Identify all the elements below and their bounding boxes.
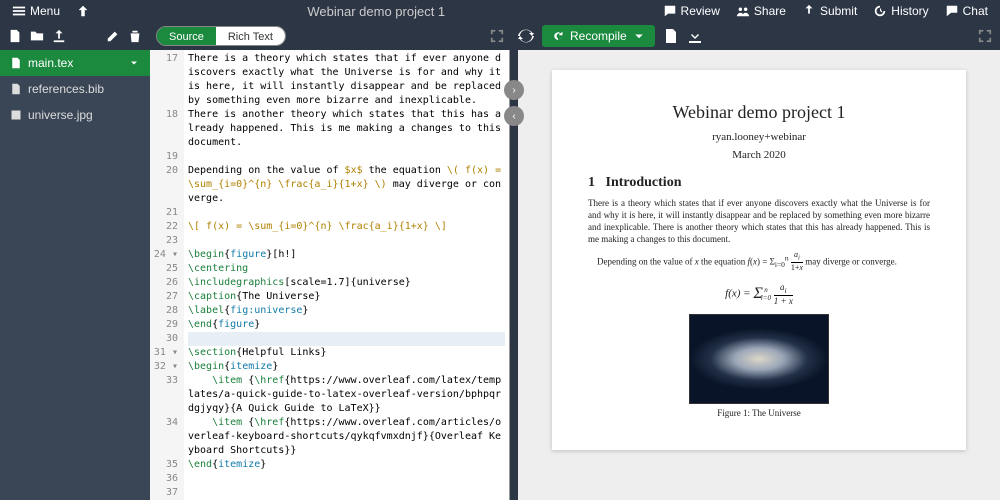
- share-icon: [736, 4, 750, 18]
- figure-image: [689, 314, 829, 404]
- sync-right-icon[interactable]: ›: [504, 80, 524, 100]
- line-gutter: 1718192021222324 ▾25262728293031 ▾32 ▾33…: [150, 50, 184, 500]
- chat-icon: [945, 4, 959, 18]
- topbar: Menu Webinar demo project 1 Review Share…: [0, 0, 1000, 22]
- upload-icon[interactable]: [52, 29, 66, 43]
- doc-date: March 2020: [588, 149, 930, 161]
- pane-divider[interactable]: › ‹: [510, 50, 518, 500]
- submit-button[interactable]: Submit: [796, 2, 863, 20]
- delete-icon[interactable]: [128, 29, 142, 43]
- editor-mode-toggle[interactable]: Source Rich Text: [156, 26, 286, 46]
- pdf-page: Webinar demo project 1 ryan.looney+webin…: [552, 70, 966, 450]
- chat-button[interactable]: Chat: [939, 2, 994, 20]
- share-button[interactable]: Share: [730, 2, 792, 20]
- code-area[interactable]: There is a theory which states that if e…: [184, 50, 509, 500]
- section-heading: 1 Introduction: [588, 175, 930, 191]
- tab-richtext[interactable]: Rich Text: [216, 27, 285, 45]
- review-icon: [663, 4, 677, 18]
- display-equation: f(x) = Σni=0 ai1 + x: [588, 282, 930, 306]
- up-icon: [76, 4, 90, 18]
- doc-title: Webinar demo project 1: [588, 102, 930, 123]
- up-button[interactable]: [70, 2, 96, 20]
- sync-left-icon[interactable]: ‹: [504, 106, 524, 126]
- recompile-button[interactable]: Recompile: [542, 25, 655, 47]
- new-folder-icon[interactable]: [30, 29, 44, 43]
- log-icon[interactable]: [663, 28, 679, 44]
- pdf-preview[interactable]: Webinar demo project 1 ryan.looney+webin…: [518, 50, 1000, 500]
- project-title: Webinar demo project 1: [96, 4, 657, 19]
- figure-caption: Figure 1: The Universe: [588, 408, 930, 418]
- figure: Figure 1: The Universe: [588, 314, 930, 418]
- submit-icon: [802, 4, 816, 18]
- new-file-icon[interactable]: [8, 29, 22, 43]
- edit-icon[interactable]: [106, 29, 120, 43]
- history-icon: [873, 4, 887, 18]
- expand-preview-icon[interactable]: [978, 29, 992, 43]
- paragraph: There is a theory which states that if e…: [588, 197, 930, 246]
- toolbar: Source Rich Text Recompile: [0, 22, 1000, 50]
- code-editor[interactable]: 1718192021222324 ▾25262728293031 ▾32 ▾33…: [150, 50, 510, 500]
- menu-icon: [12, 4, 26, 18]
- recompile-icon: [552, 30, 564, 42]
- expand-editor-icon[interactable]: [490, 29, 504, 43]
- history-button[interactable]: History: [867, 2, 934, 20]
- file-item[interactable]: references.bib: [0, 76, 150, 102]
- download-icon[interactable]: [687, 28, 703, 44]
- file-sidebar: main.texreferences.bibuniverse.jpg: [0, 50, 150, 500]
- chevron-down-icon: [633, 30, 645, 42]
- sync-icon[interactable]: [518, 28, 534, 44]
- menu-button[interactable]: Menu: [6, 2, 66, 20]
- file-item[interactable]: main.tex: [0, 50, 150, 76]
- paragraph: Depending on the value of x the equation…: [588, 250, 930, 274]
- review-button[interactable]: Review: [657, 2, 726, 20]
- tab-source[interactable]: Source: [157, 27, 216, 45]
- doc-author: ryan.looney+webinar: [588, 131, 930, 143]
- menu-label: Menu: [30, 4, 60, 18]
- file-item[interactable]: universe.jpg: [0, 102, 150, 128]
